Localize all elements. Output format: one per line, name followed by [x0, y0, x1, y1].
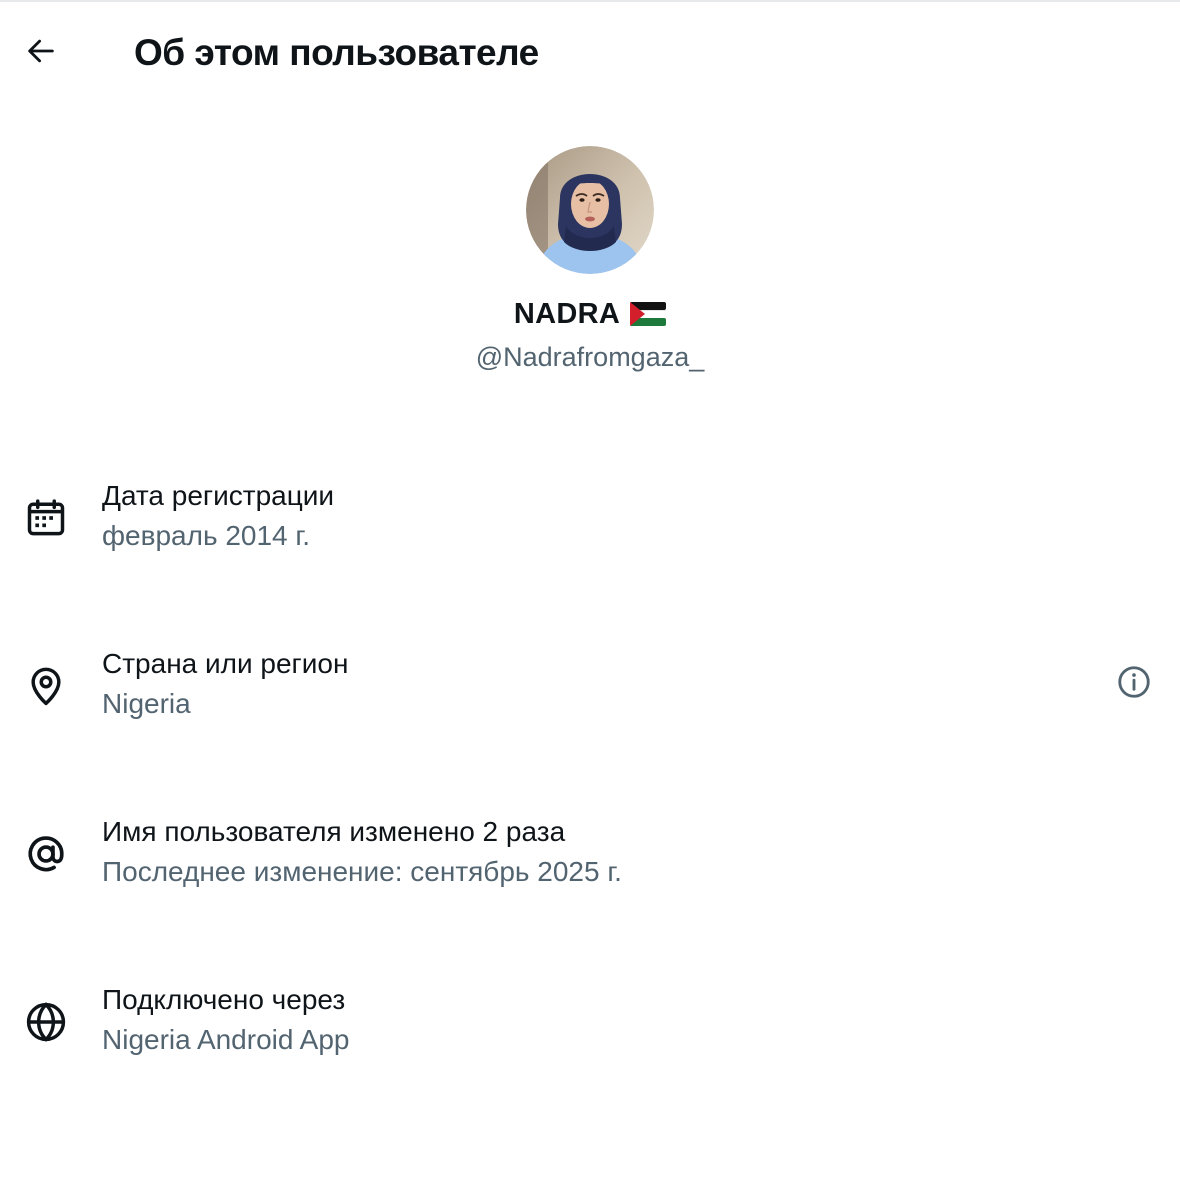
info-label: Дата регистрации — [102, 480, 335, 511]
info-row-connected-via: Подключено через Nigeria Android App — [0, 974, 1180, 1142]
info-row-username-changes: Имя пользователя изменено 2 раза Последн… — [0, 806, 1180, 974]
arrow-left-icon — [24, 34, 58, 73]
username-handle[interactable]: @Nadrafromgaza_ — [0, 340, 1180, 374]
back-button[interactable] — [18, 30, 64, 76]
info-label: Имя пользователя изменено 2 раза — [102, 816, 566, 847]
palestine-flag-icon — [630, 302, 667, 326]
page-title: Об этом пользователе — [134, 32, 539, 73]
profile-summary: NADRA @Nadrafromgaza_ — [0, 146, 1180, 374]
info-label: Подключено через — [102, 984, 346, 1015]
info-row-country: Страна или регион Nigeria — [0, 638, 1180, 806]
info-value: февраль 2014 г. — [102, 520, 310, 551]
calendar-icon — [24, 496, 68, 540]
info-circle-icon — [1116, 664, 1152, 705]
location-pin-icon — [24, 664, 68, 708]
info-row-join-date: Дата регистрации февраль 2014 г. — [0, 470, 1180, 638]
globe-icon — [24, 1000, 68, 1044]
page-header: Об этом пользователе — [0, 0, 1180, 108]
at-sign-icon — [24, 832, 68, 876]
display-name-text: NADRA — [513, 298, 621, 330]
info-value: Nigeria Android App — [102, 1024, 350, 1055]
display-name[interactable]: NADRA — [0, 294, 1180, 334]
country-info-button[interactable] — [1114, 664, 1154, 704]
account-info-list: Дата регистрации февраль 2014 г. Страна … — [0, 470, 1180, 1142]
info-value: Nigeria — [102, 688, 191, 719]
info-label: Страна или регион — [102, 648, 349, 679]
avatar[interactable] — [526, 146, 654, 274]
info-value: Последнее изменение: сентябрь 2025 г. — [102, 856, 622, 887]
